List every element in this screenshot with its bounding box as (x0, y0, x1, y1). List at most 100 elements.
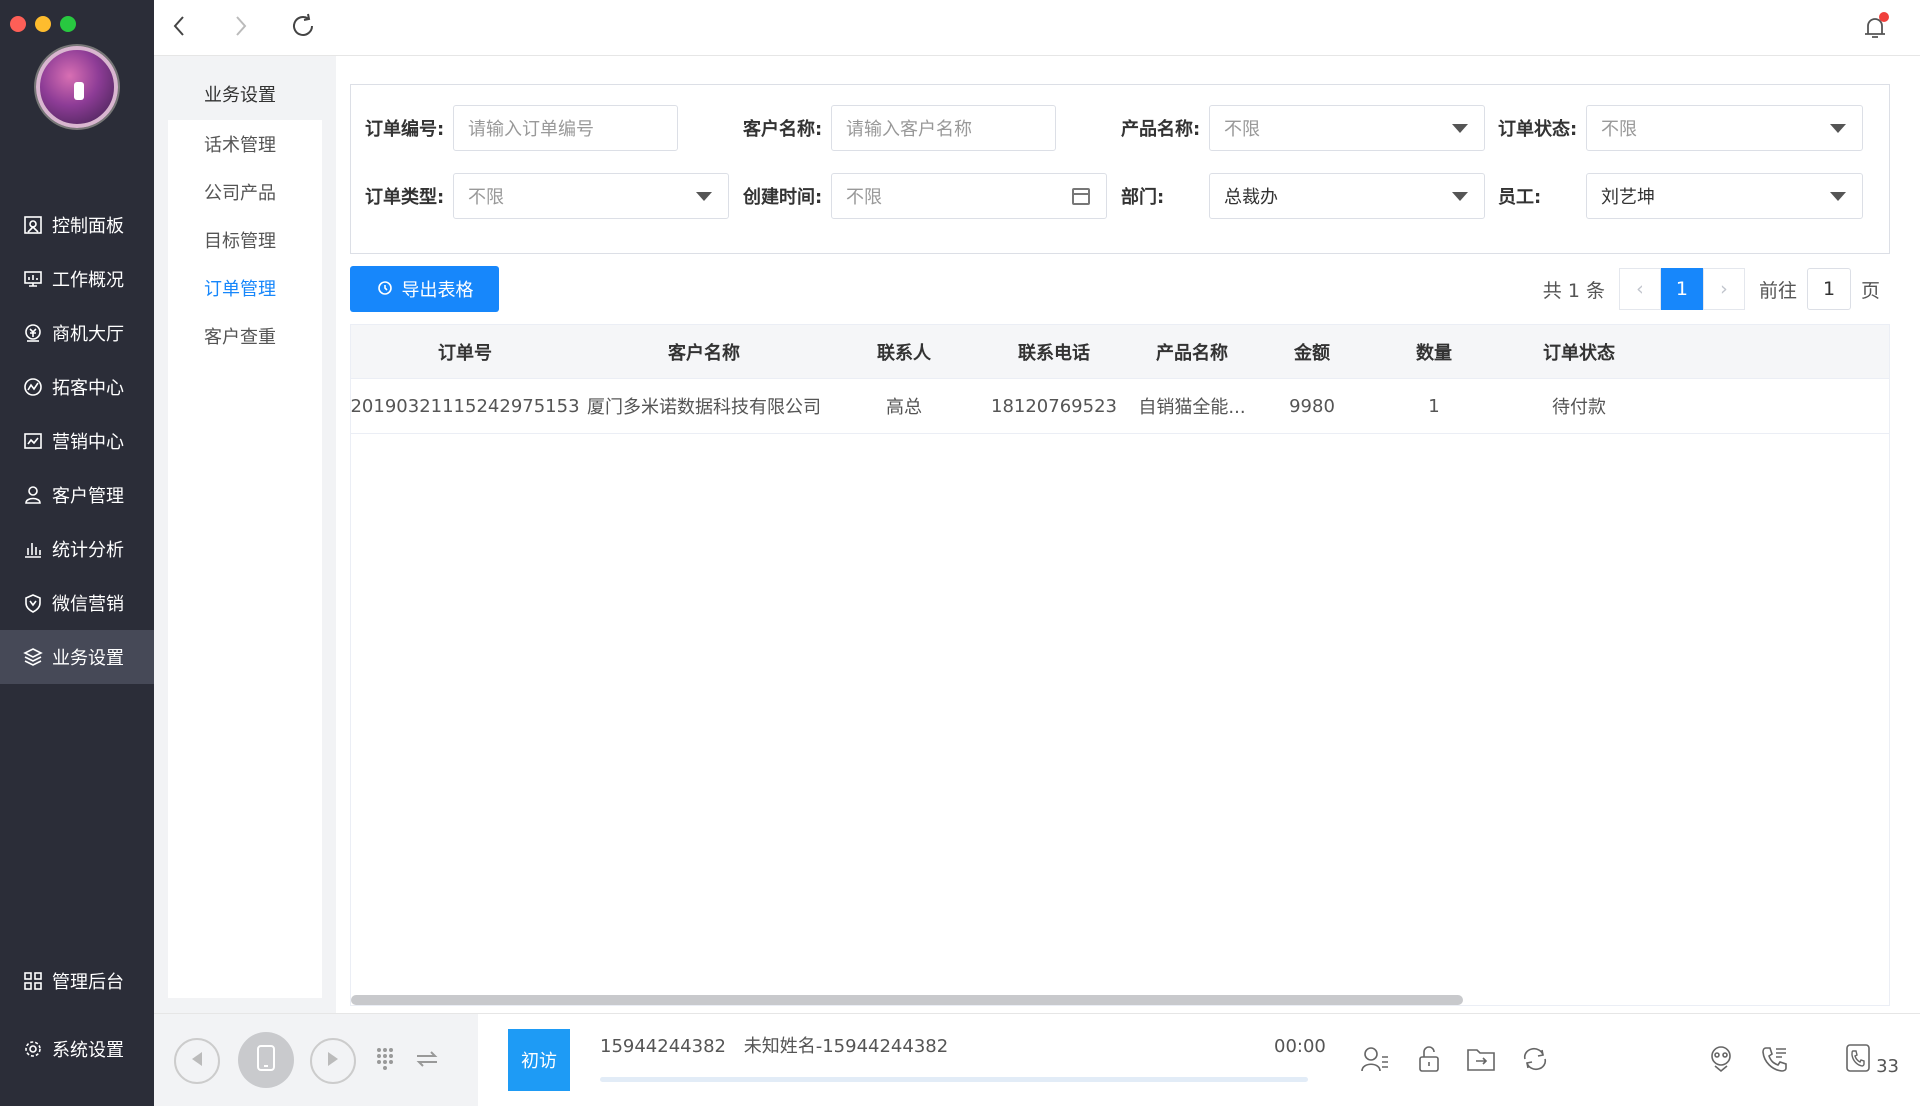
cell-phone: 18120769523 (991, 395, 1117, 417)
refresh-icon (289, 12, 317, 44)
created-time-label: 创建时间: (743, 187, 823, 208)
column-header: 联系人 (877, 342, 931, 364)
grid-icon (22, 970, 44, 992)
column-header: 产品名称 (1156, 342, 1228, 364)
goto-page-input[interactable]: 1 (1806, 268, 1851, 310)
sidebar-item-system-settings[interactable]: 系统设置 (0, 1022, 154, 1076)
sidebar-item-label: 客户管理 (52, 486, 124, 507)
phone-log-button[interactable] (1758, 1044, 1792, 1078)
sidebar-item-statistics[interactable]: 统计分析 (0, 522, 154, 576)
filter-panel: 订单编号: 请输入订单编号 客户名称: 请输入客户名称 产品名称: 不限 订单状… (350, 84, 1890, 254)
caret-down-icon (1452, 192, 1468, 201)
sidebar-item-marketing[interactable]: 营销中心 (0, 414, 154, 468)
lock-button[interactable] (1412, 1044, 1446, 1078)
sidebar-item-label: 控制面板 (52, 216, 124, 237)
order-status-select[interactable]: 不限 (1586, 105, 1863, 151)
submenu-item-targets[interactable]: 目标管理 (168, 216, 322, 264)
switch-button[interactable] (410, 1044, 444, 1078)
export-table-button[interactable]: 导出表格 (350, 266, 499, 312)
transfer-button[interactable] (1464, 1044, 1498, 1078)
calendar-icon (1072, 188, 1090, 205)
user-icon (22, 484, 44, 506)
main-sidebar: 控制面板 工作概况 商机大厅 拓客中心 营销中心 客户管理 统计分析 微信营销 (0, 0, 154, 1106)
avatar[interactable] (36, 46, 118, 128)
sidebar-item-business-settings[interactable]: 业务设置 (0, 630, 154, 684)
caret-down-icon (1452, 124, 1468, 133)
employee-select[interactable]: 刘艺坤 (1586, 173, 1863, 219)
sidebar-bottom-nav: 管理后台 系统设置 (0, 954, 154, 1076)
sidebar-item-prospecting[interactable]: 拓客中心 (0, 360, 154, 414)
chevron-left-icon: ‹ (1636, 278, 1644, 300)
sidebar-item-label: 商机大厅 (52, 324, 124, 345)
sidebar-item-label: 系统设置 (52, 1040, 124, 1061)
top-bar (154, 0, 1920, 56)
trend-icon (22, 376, 44, 398)
horizontal-scrollbar[interactable] (351, 995, 1463, 1005)
table-row[interactable]: 20190321115242975153 厦门多米诺数据科技有限公司 高总 18… (350, 379, 1889, 434)
column-header: 联系电话 (1018, 342, 1090, 364)
sidebar-item-wechat[interactable]: 微信营销 (0, 576, 154, 630)
notification-button[interactable] (1860, 12, 1892, 44)
robot-icon (1706, 1044, 1736, 1078)
submenu-item-products[interactable]: 公司产品 (168, 168, 322, 216)
order-type-select[interactable]: 不限 (453, 173, 729, 219)
main-content: 订单编号: 请输入订单编号 客户名称: 请输入客户名称 产品名称: 不限 订单状… (336, 56, 1920, 1013)
cycle-icon (1520, 1046, 1550, 1076)
column-header: 客户名称 (668, 342, 740, 364)
page-number-current[interactable]: 1 (1660, 268, 1703, 310)
submenu-item-dedupe[interactable]: 客户查重 (168, 312, 322, 360)
calls-button[interactable]: 33 (1845, 1043, 1899, 1077)
robot-button[interactable] (1704, 1044, 1738, 1078)
forward-button[interactable] (226, 13, 256, 43)
refresh-button[interactable] (288, 13, 318, 43)
sidebar-item-customers[interactable]: 客户管理 (0, 468, 154, 522)
submenu-item-orders[interactable]: 订单管理 (168, 264, 322, 312)
call-count: 33 (1876, 1056, 1899, 1077)
product-name-label: 产品名称: (1121, 119, 1201, 140)
callback-button[interactable] (1518, 1044, 1552, 1078)
back-button[interactable] (164, 13, 194, 43)
gear-icon (22, 1038, 44, 1060)
table-header: 订单号 客户名称 联系人 联系电话 产品名称 金额 数量 订单状态 (351, 325, 1889, 379)
sidebar-item-dashboard[interactable]: 控制面板 (0, 198, 154, 252)
keypad-button[interactable] (368, 1044, 402, 1078)
contact-card-button[interactable] (1358, 1044, 1392, 1078)
product-name-select[interactable]: 不限 (1209, 105, 1485, 151)
order-no-label: 订单编号: (365, 119, 445, 140)
order-no-input[interactable]: 请输入订单编号 (453, 105, 678, 151)
customer-name-input[interactable]: 请输入客户名称 (831, 105, 1056, 151)
cell-order-no: 20190321115242975153 (350, 395, 580, 417)
first-visit-tag[interactable]: 初访 (508, 1029, 570, 1091)
cell-customer-name: 厦门多米诺数据科技有限公司 (587, 397, 821, 418)
next-page-button[interactable]: › (1702, 268, 1745, 310)
submenu-item-scripts[interactable]: 话术管理 (168, 120, 322, 168)
notification-dot (1879, 12, 1889, 22)
sidebar-item-opportunity-hall[interactable]: 商机大厅 (0, 306, 154, 360)
employee-label: 员工: (1498, 187, 1542, 208)
department-value: 总裁办 (1224, 187, 1278, 208)
window-controls (10, 16, 76, 32)
created-time-picker[interactable]: 不限 (831, 173, 1107, 219)
chevron-right-icon (233, 15, 249, 41)
next-call-button[interactable] (310, 1038, 356, 1084)
play-left-icon (190, 1051, 204, 1071)
phone-square-icon (1845, 1043, 1871, 1077)
close-window-button[interactable] (10, 16, 26, 32)
call-info: 15944244382 未知姓名-15944244382 (600, 1032, 948, 1058)
dial-button[interactable] (238, 1032, 294, 1088)
sidebar-item-label: 统计分析 (52, 540, 124, 561)
submenu-header: 业务设置 (168, 68, 322, 120)
maximize-window-button[interactable] (60, 16, 76, 32)
caret-down-icon (696, 192, 712, 201)
previous-call-button[interactable] (174, 1038, 220, 1084)
minimize-window-button[interactable] (35, 16, 51, 32)
order-status-value: 不限 (1601, 119, 1637, 140)
prev-page-button[interactable]: ‹ (1618, 268, 1661, 310)
sidebar-item-work-overview[interactable]: 工作概况 (0, 252, 154, 306)
bell-icon (1860, 18, 1890, 46)
call-bar: 初访 15944244382 未知姓名-15944244382 00:00 (154, 1013, 1920, 1106)
sidebar-item-label: 营销中心 (52, 432, 124, 453)
department-select[interactable]: 总裁办 (1209, 173, 1485, 219)
sidebar-item-admin[interactable]: 管理后台 (0, 954, 154, 1008)
caller-number: 15944244382 (600, 1036, 726, 1057)
